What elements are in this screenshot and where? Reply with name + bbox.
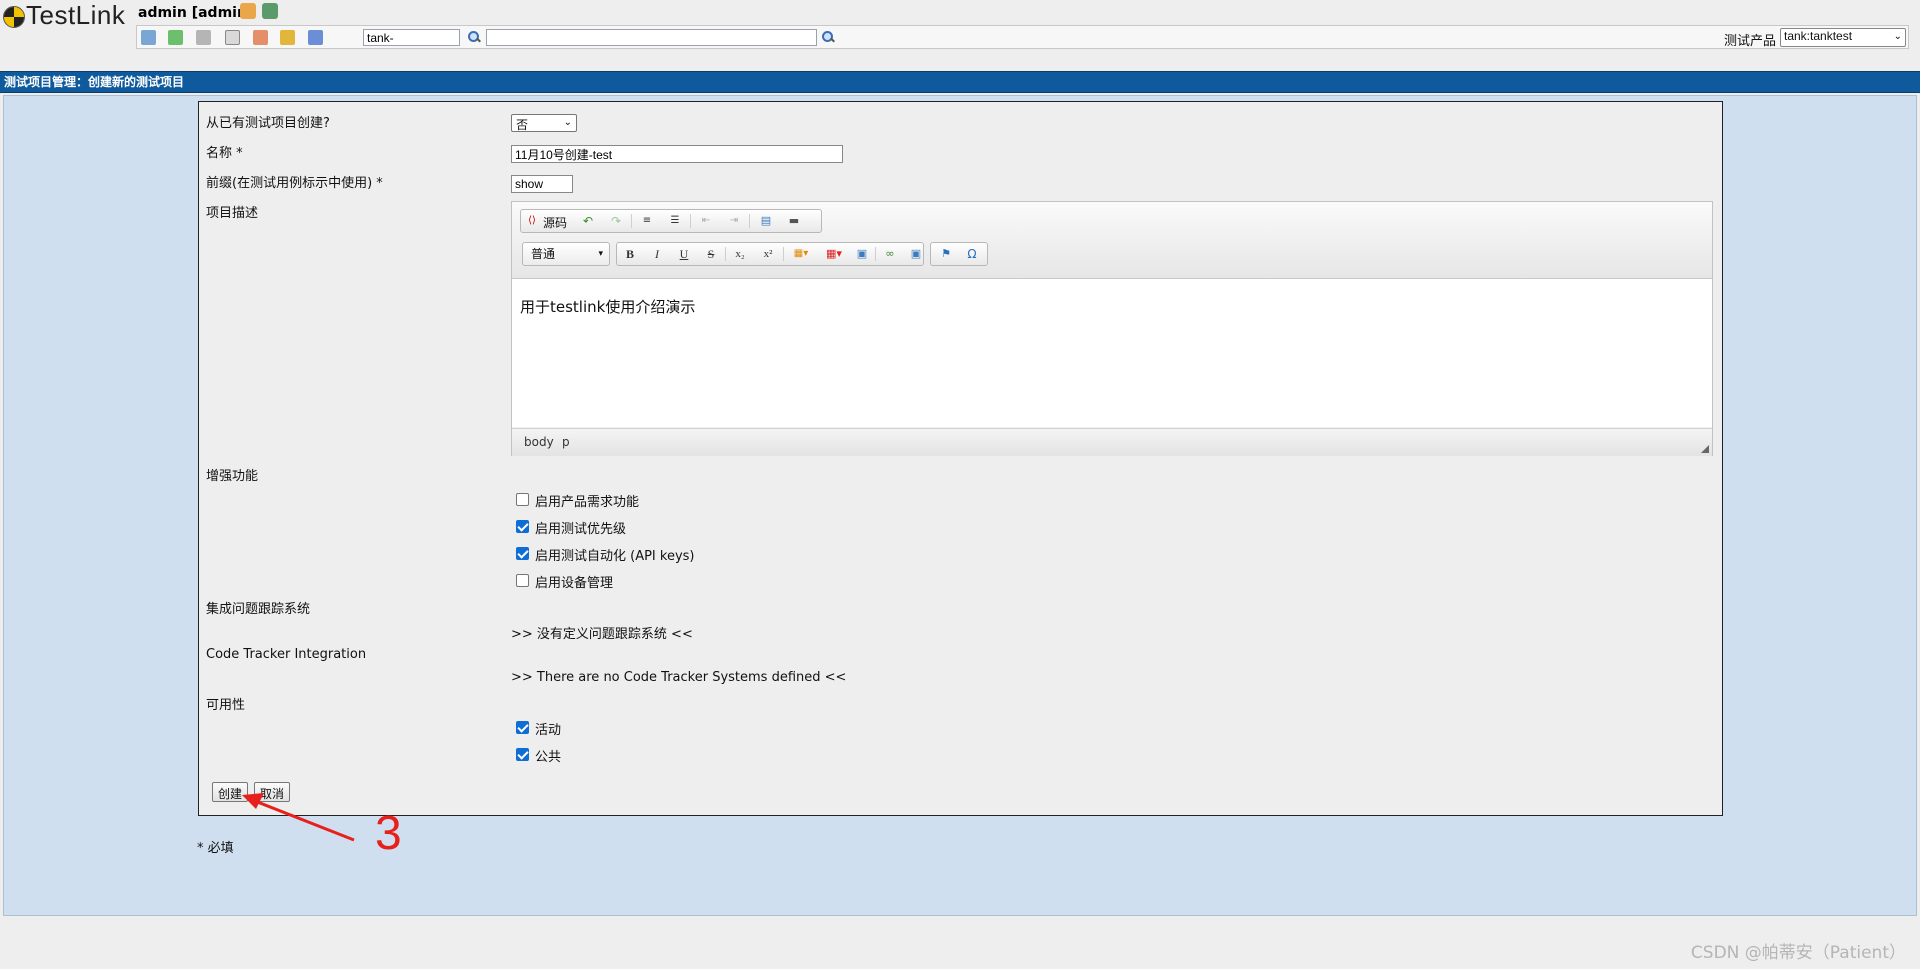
editor-toolbar-row2: B I U S x₂ x² ▦▾ ▦▾ ▣ ∞ ▣ (616, 242, 924, 266)
test-spec-icon[interactable] (196, 30, 211, 45)
description-label: 项目描述 (206, 206, 259, 221)
image-icon[interactable]: ▣ (853, 246, 871, 262)
format-select[interactable]: 普通 ▾ (522, 242, 610, 266)
link-icon[interactable]: ∞ (881, 246, 899, 262)
separator (783, 247, 784, 261)
feature-priority-checkbox[interactable] (516, 520, 529, 533)
document-icon[interactable] (225, 30, 240, 45)
prefix-input[interactable] (511, 175, 573, 193)
test-plan-icon[interactable] (308, 30, 323, 45)
annotation-number: 3 (375, 807, 402, 860)
editor-toolbar-row1: ⟨⟩ 源码 ↶ ↷ ≡ ☰ ⇤ ⇥ ▤ ▬ (520, 209, 822, 233)
product-label: 测试产品 (1723, 34, 1776, 49)
editor-toolbar: ⟨⟩ 源码 ↶ ↷ ≡ ☰ ⇤ ⇥ ▤ ▬ 普通 ▾ B I U S x₂ x² (512, 202, 1712, 279)
public-label: 公共 (535, 750, 562, 765)
anchor-icon[interactable]: ⚑ (937, 246, 955, 262)
required-note: * 必填 (197, 841, 234, 856)
execute-icon[interactable] (280, 30, 295, 45)
issue-tracker-label: 集成问题跟踪系统 (206, 602, 311, 617)
testlink-logo-icon (3, 6, 25, 28)
active-label: 活动 (535, 723, 562, 738)
annotation-arrow-icon (242, 793, 355, 842)
editor-content-text: 用于testlink使用介绍演示 (520, 298, 696, 316)
source-icon: ⟨⟩ (528, 215, 536, 226)
product-select[interactable]: tank:tanktest ⌄ (1780, 28, 1906, 47)
outdent-icon[interactable]: ⇤ (697, 213, 715, 229)
desktop-icon[interactable] (141, 30, 156, 45)
redo-icon[interactable]: ↷ (607, 213, 625, 229)
chevron-down-icon: ⌄ (1893, 31, 1902, 42)
name-label: 名称 * (206, 146, 243, 161)
public-checkbox[interactable] (516, 748, 529, 761)
requirements-tree-icon[interactable] (168, 30, 183, 45)
text-color-icon[interactable]: ▦▾ (789, 246, 813, 262)
feature-requirements-label: 启用产品需求功能 (535, 495, 640, 510)
superscript-icon[interactable]: x² (759, 246, 777, 262)
indent-icon[interactable]: ⇥ (725, 213, 743, 229)
logo-text: TestLink (26, 0, 126, 30)
enhanced-features-label: 增强功能 (206, 469, 259, 484)
watermark: CSDN @帕蒂安（Patient） (1690, 943, 1906, 963)
source-button[interactable]: 源码 (543, 214, 567, 231)
project-name-input[interactable] (511, 145, 843, 163)
undo-icon[interactable]: ↶ (579, 213, 597, 229)
feature-requirements-checkbox[interactable] (516, 493, 529, 506)
testcase-search-input[interactable] (363, 29, 460, 46)
code-tracker-label: Code Tracker Integration (206, 647, 367, 662)
chevron-down-icon: ▾ (598, 249, 603, 259)
logout-icon[interactable] (262, 3, 278, 19)
feature-inventory-label: 启用设备管理 (535, 576, 614, 591)
user-management-icon[interactable] (253, 30, 268, 45)
underline-icon[interactable]: U (675, 246, 693, 262)
app-logo[interactable]: TestLink (0, 0, 132, 30)
editor-status-bar: body p (512, 428, 1712, 456)
strikethrough-icon[interactable]: S (702, 246, 720, 262)
numbered-list-icon[interactable]: ≡ (638, 213, 656, 229)
separator (690, 214, 691, 228)
separator (749, 214, 750, 228)
active-checkbox[interactable] (516, 721, 529, 734)
horizontal-rule-icon[interactable]: ▬ (785, 213, 803, 229)
from-existing-select[interactable]: 否 ⌄ (511, 114, 577, 132)
editor-toolbar-row2b: ⚑ Ω (930, 242, 988, 266)
current-user: admin [admin] (138, 5, 254, 21)
italic-icon[interactable]: I (648, 246, 666, 262)
bold-icon[interactable]: B (621, 246, 639, 262)
page-title: 测试项目管理：创建新的测试项目 (0, 71, 1920, 93)
separator (725, 247, 726, 261)
from-existing-label: 从已有测试项目创建? (206, 116, 330, 131)
editor-content-area[interactable]: 用于testlink使用介绍演示 (512, 279, 1712, 427)
availability-label: 可用性 (206, 698, 246, 713)
separator (631, 214, 632, 228)
separator (875, 247, 876, 261)
issue-tracker-info: >> 没有定义问题跟踪系统 << (511, 627, 693, 642)
rich-text-editor: ⟨⟩ 源码 ↶ ↷ ≡ ☰ ⇤ ⇥ ▤ ▬ 普通 ▾ B I U S x₂ x² (511, 201, 1713, 456)
table-icon[interactable]: ▦▾ (821, 246, 847, 262)
product-select-value: tank:tanktest (1784, 29, 1853, 43)
feature-automation-checkbox[interactable] (516, 547, 529, 560)
main-toolbar: 测试产品 tank:tanktest ⌄ (136, 25, 1909, 49)
format-select-value: 普通 (531, 247, 556, 261)
from-existing-value: 否 (516, 118, 529, 132)
feature-inventory-checkbox[interactable] (516, 574, 529, 587)
resize-handle-icon[interactable] (1701, 445, 1709, 453)
global-search-input[interactable] (486, 29, 817, 46)
bulleted-list-icon[interactable]: ☰ (666, 213, 684, 229)
subscript-icon[interactable]: x₂ (731, 246, 749, 262)
feature-priority-label: 启用测试优先级 (535, 522, 627, 537)
unlink-icon[interactable]: ▣ (907, 246, 925, 262)
feature-automation-label: 启用测试自动化 (API keys) (535, 549, 695, 564)
global-search-icon[interactable] (822, 31, 834, 43)
code-tracker-info: >> There are no Code Tracker Systems def… (511, 670, 847, 685)
prefix-label: 前缀(在测试用例标示中使用) * (206, 176, 383, 191)
search-icon[interactable] (468, 31, 480, 43)
status-path-body[interactable]: body (524, 435, 554, 449)
user-settings-icon[interactable] (240, 3, 256, 19)
special-char-icon[interactable]: Ω (963, 246, 981, 262)
chevron-down-icon: ⌄ (563, 117, 572, 128)
blockquote-icon[interactable]: ▤ (757, 213, 775, 229)
status-path-p[interactable]: p (562, 435, 570, 449)
